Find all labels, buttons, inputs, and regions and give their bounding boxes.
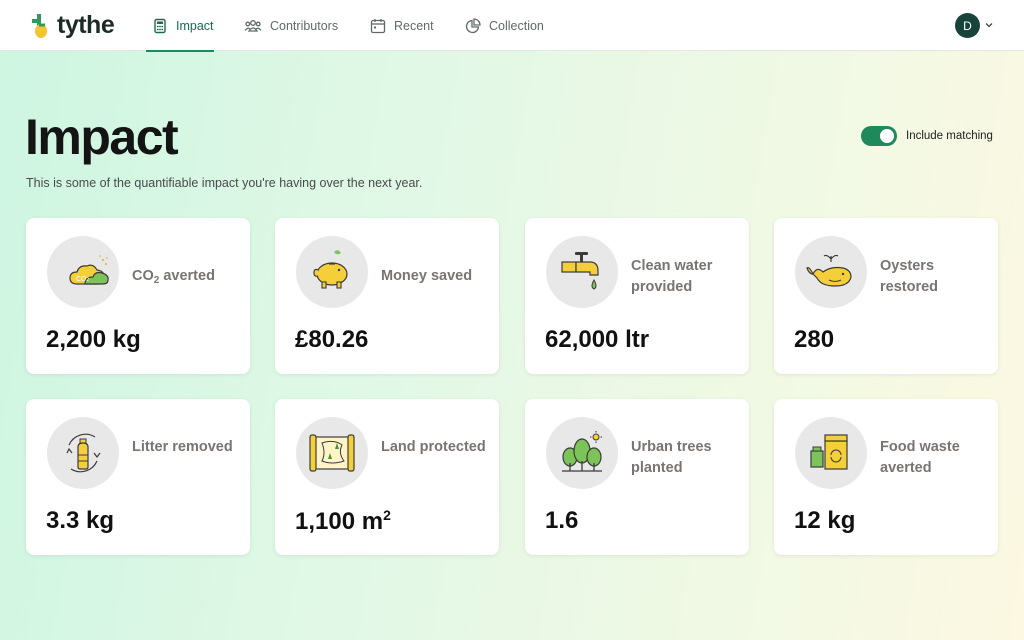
- card-value: 62,000 ltr: [545, 326, 650, 353]
- icon-circle: CO₂: [47, 236, 119, 308]
- card-value: 3.3 kg: [46, 507, 115, 534]
- recycle-bottle-icon: [66, 433, 101, 473]
- card-label: CO2 averted: [132, 268, 215, 286]
- tab-collection[interactable]: Collection: [465, 0, 544, 51]
- impact-card-land: Land protected 1,100 m2: [275, 399, 499, 555]
- tythe-logo-icon: [32, 13, 47, 38]
- tab-contributors[interactable]: Contributors: [244, 0, 338, 51]
- card-value: 2,200 kg: [46, 326, 141, 353]
- top-navigation-bar: tythe Impact Contributors Recent Collect…: [0, 0, 1024, 52]
- svg-text:CO₂: CO₂: [76, 275, 89, 283]
- pie-chart-icon: [465, 17, 481, 33]
- card-value: 12 kg: [794, 507, 856, 534]
- card-label: Oysters restored: [880, 258, 939, 295]
- tab-label: Collection: [489, 18, 544, 33]
- people-icon: [244, 19, 262, 32]
- toggle-knob: [880, 129, 894, 143]
- card-value: 1,100 m2: [295, 507, 391, 535]
- impact-card-water: Clean water provided 62,000 ltr: [525, 218, 749, 374]
- impact-card-money: Money saved £80.26: [275, 218, 499, 374]
- tab-label: Contributors: [270, 18, 339, 33]
- calendar-icon: [370, 18, 386, 33]
- impact-card-oysters: Oysters restored 280: [774, 218, 998, 374]
- card-label: Urban trees planted: [631, 439, 712, 476]
- card-label: Land protected: [381, 439, 486, 455]
- impact-card-litter: Litter removed 3.3 kg: [26, 399, 250, 555]
- avatar[interactable]: D: [955, 13, 980, 38]
- tab-label: Impact: [176, 18, 214, 33]
- trees-icon: [562, 431, 602, 472]
- calculator-icon: [154, 18, 166, 33]
- brand-name: tythe: [57, 11, 115, 39]
- card-value: 1.6: [545, 507, 579, 534]
- card-value: 280: [794, 326, 835, 353]
- tab-recent[interactable]: Recent: [370, 0, 434, 51]
- card-value: £80.26: [295, 326, 369, 353]
- card-label: Money saved: [381, 268, 473, 284]
- whale-icon: [806, 254, 852, 287]
- page-subtitle: This is some of the quantifiable impact …: [26, 176, 423, 190]
- icon-circle: [795, 417, 867, 489]
- tab-label: Recent: [394, 18, 434, 33]
- piggy-bank-icon: [313, 250, 348, 289]
- tab-impact[interactable]: Impact: [146, 0, 214, 52]
- water-tap-icon: [561, 252, 599, 290]
- icon-circle: [296, 236, 368, 308]
- chevron-down-icon[interactable]: [984, 20, 994, 30]
- icon-circle: [296, 417, 368, 489]
- map-icon: [309, 434, 355, 472]
- card-label: Litter removed: [132, 439, 233, 455]
- icon-circle: [546, 236, 618, 308]
- page-title: Impact: [25, 109, 179, 165]
- include-matching-toggle[interactable]: Include matching: [861, 126, 993, 146]
- brand[interactable]: tythe: [28, 11, 115, 40]
- impact-card-trees: Urban trees planted 1.6: [525, 399, 749, 555]
- impact-card-co2: CO₂ CO2 averted 2,200 kg: [26, 218, 250, 374]
- card-label: Clean water provided: [631, 258, 713, 295]
- icon-circle: [47, 417, 119, 489]
- co2-cloud-icon: CO₂: [69, 255, 109, 285]
- icon-circle: [795, 236, 867, 308]
- toggle-label: Include matching: [906, 130, 993, 142]
- impact-card-food-waste: Food waste averted 12 kg: [774, 399, 998, 555]
- toggle-switch[interactable]: [861, 126, 897, 146]
- icon-circle: [546, 417, 618, 489]
- card-label: Food waste averted: [880, 439, 960, 476]
- food-bag-icon: [810, 434, 848, 470]
